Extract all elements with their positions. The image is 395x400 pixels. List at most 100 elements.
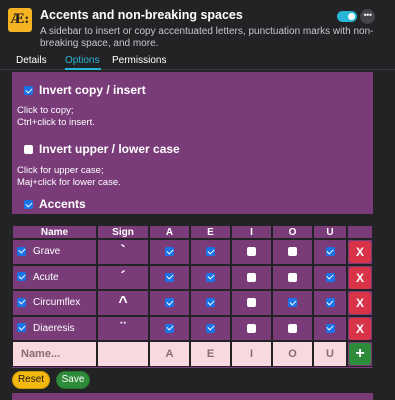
letter-checkbox-i[interactable] (247, 323, 256, 333)
column-header-o: O (272, 225, 313, 239)
new-letter-i[interactable]: I (231, 341, 272, 367)
delete-row-button[interactable]: X (349, 241, 371, 263)
invert-case-hint-1: Click for upper case; (17, 165, 104, 176)
delete-row-button[interactable]: X (349, 317, 371, 340)
letter-checkbox-e[interactable] (206, 323, 215, 333)
letter-checkbox-e[interactable] (206, 298, 215, 308)
toggle-knob (348, 13, 355, 20)
row-enabled-checkbox[interactable] (17, 323, 26, 333)
tab-options[interactable]: Options (65, 55, 99, 66)
column-header-i: I (231, 225, 272, 239)
letter-cell (272, 315, 313, 341)
invert-case-hint-2: Maj+click for lower case. (17, 177, 121, 188)
row-name-cell: Diaeresis (12, 315, 97, 341)
letter-checkbox-u[interactable] (325, 298, 335, 308)
new-name-input[interactable]: Name... (12, 341, 97, 367)
column-header-a: A (149, 225, 190, 239)
letter-checkbox-u[interactable] (325, 247, 335, 257)
row-name: Acute (33, 271, 59, 283)
tab-details[interactable]: Details (16, 55, 47, 66)
letter-cell (190, 264, 231, 290)
letter-checkbox-e[interactable] (206, 247, 215, 257)
column-header-u: U (313, 225, 347, 239)
extension-header: Æ: Accents and non-breaking spaces A sid… (0, 0, 395, 52)
tab-permissions[interactable]: Permissions (112, 55, 166, 66)
row-enabled-checkbox[interactable] (17, 272, 26, 282)
save-button[interactable]: Save (56, 371, 90, 389)
invert-case-option[interactable]: Invert upper / lower case (24, 142, 180, 156)
extension-title: Accents and non-breaking spaces (40, 8, 243, 22)
new-sign-input[interactable] (97, 341, 149, 367)
row-sign: ` (97, 239, 149, 265)
letter-checkbox-a[interactable] (165, 247, 174, 257)
invert-copy-checkbox[interactable] (24, 86, 33, 96)
delete-row-button[interactable]: X (349, 266, 371, 289)
invert-copy-option[interactable]: Invert copy / insert (24, 83, 146, 97)
accents-checkbox[interactable] (24, 200, 33, 210)
letter-cell (272, 264, 313, 290)
letter-cell (149, 290, 190, 316)
column-header-e: E (190, 225, 231, 239)
letter-checkbox-o[interactable] (288, 323, 297, 333)
letter-cell (313, 239, 347, 265)
letter-checkbox-a[interactable] (165, 272, 174, 282)
letter-checkbox-e[interactable] (206, 272, 215, 282)
letter-checkbox-i[interactable] (247, 298, 256, 308)
row-enabled-checkbox[interactable] (17, 246, 26, 256)
row-action-cell: X (347, 290, 373, 316)
invert-case-label: Invert upper / lower case (39, 142, 180, 156)
row-name-cell: Circumflex (12, 290, 97, 316)
letter-cell (149, 264, 190, 290)
accents-table: Name Sign A E I O U Grave ` X Acute ´ X Circumflex ^ X D… (12, 225, 373, 368)
more-options-button[interactable]: ••• (360, 9, 375, 24)
new-letter-o[interactable]: O (272, 341, 313, 367)
letter-cell (231, 239, 272, 265)
new-letter-a[interactable]: A (149, 341, 190, 367)
extension-description: A sidebar to insert or copy accentuated … (40, 26, 374, 49)
letter-checkbox-o[interactable] (288, 298, 297, 308)
letter-cell (149, 315, 190, 341)
row-action-cell: X (347, 239, 373, 265)
active-tab-indicator (65, 68, 101, 70)
letter-checkbox-u[interactable] (325, 272, 335, 282)
invert-case-checkbox[interactable] (24, 145, 33, 155)
row-sign: ^ (97, 290, 149, 316)
letter-cell (231, 315, 272, 341)
row-name: Circumflex (33, 297, 81, 308)
next-section-panel (12, 393, 373, 400)
options-panel: Invert copy / insert Click to copy; Ctrl… (12, 72, 373, 214)
invert-copy-hint-2: Ctrl+click to insert. (17, 117, 95, 128)
accents-option[interactable]: Accents (24, 197, 86, 211)
enable-toggle[interactable] (337, 11, 357, 22)
letter-checkbox-u[interactable] (325, 323, 335, 333)
row-name: Diaeresis (33, 322, 75, 334)
row-action-cell: X (347, 315, 373, 341)
invert-copy-hint-1: Click to copy; (17, 105, 74, 116)
add-row-button[interactable]: + (349, 343, 371, 365)
letter-cell (272, 290, 313, 316)
letter-cell (313, 315, 347, 341)
row-enabled-checkbox[interactable] (17, 297, 26, 307)
new-letter-u[interactable]: U (313, 341, 347, 367)
letter-checkbox-a[interactable] (165, 323, 174, 333)
letter-cell (272, 239, 313, 265)
letter-checkbox-a[interactable] (165, 298, 174, 308)
column-header-name: Name (12, 225, 97, 239)
letter-checkbox-i[interactable] (247, 272, 256, 282)
reset-button[interactable]: Reset (12, 371, 50, 389)
new-row-action-cell: + (347, 341, 373, 367)
row-sign: ¨ (97, 315, 149, 341)
row-name: Grave (33, 246, 61, 257)
letter-cell (231, 290, 272, 316)
letter-cell (313, 290, 347, 316)
letter-checkbox-o[interactable] (288, 247, 297, 257)
letter-cell (190, 290, 231, 316)
delete-row-button[interactable]: X (349, 292, 371, 314)
letter-checkbox-o[interactable] (288, 272, 297, 282)
accents-label: Accents (39, 197, 86, 211)
new-letter-e[interactable]: E (190, 341, 231, 367)
letter-cell (149, 239, 190, 265)
letter-checkbox-i[interactable] (247, 247, 256, 257)
tab-bar: Details Options Permissions (0, 53, 395, 70)
row-sign: ´ (97, 264, 149, 290)
